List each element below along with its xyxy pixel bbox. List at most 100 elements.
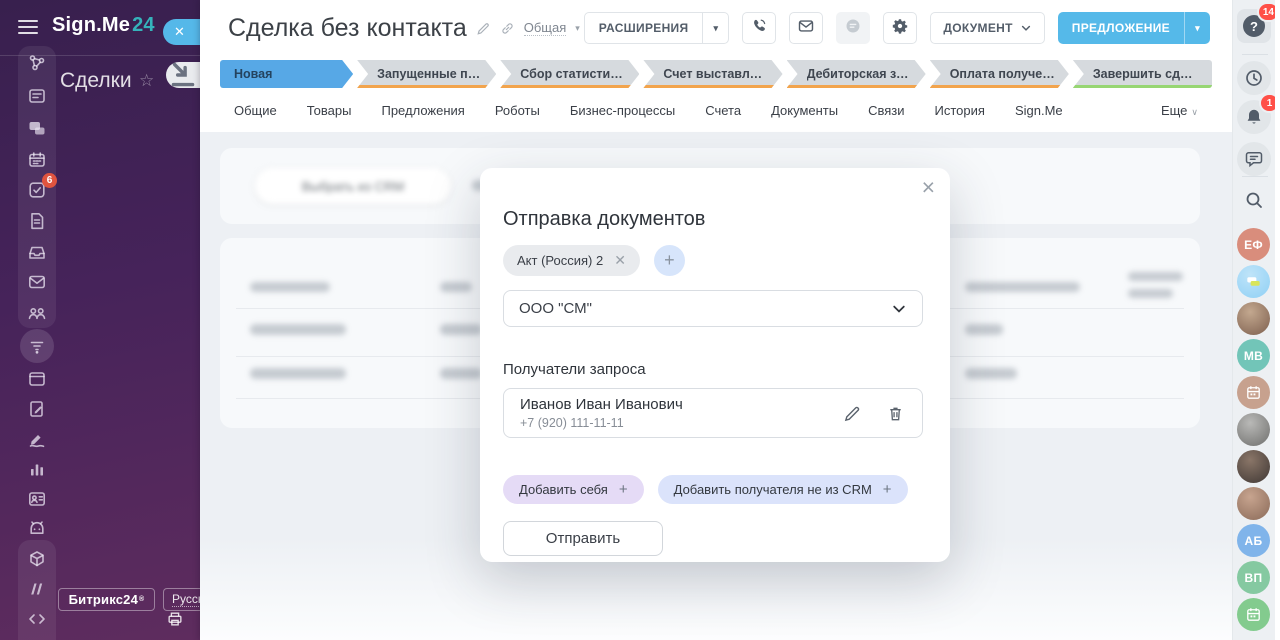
extensions-button[interactable]: РАСШИРЕНИЯ ▾ xyxy=(584,12,730,44)
document-chip: Акт (Россия) 2 ✕ xyxy=(503,245,640,276)
modal-title: Отправка документов xyxy=(503,208,705,231)
avatar-initials[interactable]: ВП xyxy=(1237,561,1270,594)
select-from-crm-button[interactable]: Выбрать из CRM xyxy=(255,168,451,204)
help-button[interactable]: ? 14 xyxy=(1237,9,1271,43)
extensions-dropdown[interactable]: ▾ xyxy=(702,13,728,43)
mail-button[interactable] xyxy=(789,12,823,44)
send-button[interactable]: Отправить xyxy=(503,521,663,556)
apps-icon[interactable] xyxy=(27,549,47,569)
crm-funnel-icon[interactable] xyxy=(27,336,47,356)
plus-icon: + xyxy=(883,481,892,498)
avatar-initials[interactable]: ЕФ xyxy=(1237,228,1270,261)
right-rail: ? 14 1 ЕФ МВ АБ ВП xyxy=(1232,0,1280,640)
stage-bar: Новая Запущенные проекты Сбор статистики, … xyxy=(220,60,1212,88)
avatar-initials[interactable]: МВ xyxy=(1237,339,1270,372)
printer-icon[interactable] xyxy=(166,610,184,628)
edit-title-icon[interactable] xyxy=(476,21,491,36)
tab-9[interactable]: История xyxy=(935,103,985,118)
time-tracking-button[interactable] xyxy=(1237,61,1271,95)
stage-4[interactable]: Счет выставлен, ожи... xyxy=(643,60,782,88)
people-icon[interactable] xyxy=(27,303,47,323)
add-self-button[interactable]: Добавить себя+ xyxy=(503,475,644,504)
calendar-avatar[interactable] xyxy=(1237,376,1270,409)
menu-icon[interactable] xyxy=(18,20,38,34)
stage-6[interactable]: Оплата получена, по... xyxy=(930,60,1069,88)
plus-icon: + xyxy=(619,481,628,498)
company-select[interactable]: ООО "СМ" xyxy=(503,290,923,327)
close-icon[interactable]: × xyxy=(922,176,935,199)
stage-3[interactable]: Сбор статистики, по... xyxy=(500,60,639,88)
remove-chip-icon[interactable]: ✕ xyxy=(614,252,626,269)
chevron-down-icon: ∨ xyxy=(1191,107,1198,117)
deal-title: Сделка без контакта xyxy=(228,14,467,43)
stage-7[interactable]: Завершить сделку xyxy=(1073,60,1212,88)
tab-7[interactable]: Документы xyxy=(771,103,838,118)
mail-icon xyxy=(797,17,815,40)
drive-icon[interactable] xyxy=(27,242,47,262)
settings-button[interactable] xyxy=(883,12,917,44)
edit-recipient-icon[interactable] xyxy=(843,404,862,423)
blurred-cell xyxy=(965,368,1017,379)
language-label: Русск xyxy=(172,592,200,607)
tasks-counter-badge: 6 xyxy=(42,173,57,188)
delete-recipient-icon[interactable] xyxy=(886,404,905,423)
tab-8[interactable]: Связи xyxy=(868,103,904,118)
marketing-icon[interactable] xyxy=(27,579,47,599)
favorite-star-icon[interactable]: ☆ xyxy=(139,71,154,91)
bitrix24-logo-button[interactable]: Битрикс24® xyxy=(58,588,155,611)
avatar-photo[interactable] xyxy=(1237,450,1270,483)
community-icon[interactable] xyxy=(27,53,47,73)
calendar-avatar[interactable] xyxy=(1237,598,1270,631)
tab-1[interactable]: Общие xyxy=(234,103,277,118)
stage-1[interactable]: Новая xyxy=(220,60,353,88)
tab-10[interactable]: Sign.Me xyxy=(1015,103,1063,118)
tab-3[interactable]: Предложения xyxy=(381,103,464,118)
calendar-icon[interactable] xyxy=(27,150,47,170)
tab-5[interactable]: Бизнес-процессы xyxy=(570,103,675,118)
feed-icon[interactable] xyxy=(27,86,47,106)
language-selector[interactable]: Русск xyxy=(163,588,200,611)
close-slider-button[interactable]: ✕ xyxy=(163,19,200,45)
blurred-cell xyxy=(965,324,1003,335)
chevron-down-icon xyxy=(1020,22,1032,34)
link-icon[interactable] xyxy=(500,21,515,36)
pipeline-category[interactable]: Общая xyxy=(524,20,567,36)
messenger-button[interactable] xyxy=(1237,142,1271,176)
notifications-button[interactable]: 1 xyxy=(1237,100,1271,134)
avatar-photo[interactable] xyxy=(1237,413,1270,446)
contacts-icon[interactable] xyxy=(27,489,47,509)
stage-label: Запущенные проекты xyxy=(377,67,496,81)
divider xyxy=(1242,176,1268,177)
tab-more[interactable]: Еще∨ xyxy=(1161,103,1198,118)
tab-2[interactable]: Товары xyxy=(307,103,352,118)
stage-2[interactable]: Запущенные проекты xyxy=(357,60,496,88)
avatar-photo[interactable] xyxy=(1237,487,1270,520)
tab-4[interactable]: Роботы xyxy=(495,103,540,118)
chat-icon[interactable] xyxy=(27,119,47,139)
automation-icon[interactable] xyxy=(27,519,47,539)
search-button[interactable] xyxy=(1237,183,1271,217)
offer-button[interactable]: ПРЕДЛОЖЕНИЕ ▾ xyxy=(1058,12,1210,44)
blurred-column-header xyxy=(440,282,472,292)
add-external-recipient-button[interactable]: Добавить получателя не из CRM + xyxy=(658,475,908,504)
analytics-icon[interactable] xyxy=(27,459,47,479)
document-icon[interactable] xyxy=(27,211,47,231)
tab-6[interactable]: Счета xyxy=(705,103,741,118)
devops-icon[interactable] xyxy=(27,609,47,629)
stage-5[interactable]: Дебиторская задолж... xyxy=(787,60,926,88)
signature-icon[interactable] xyxy=(27,429,47,449)
mail-icon[interactable] xyxy=(27,272,47,292)
avatar-photo[interactable] xyxy=(1237,302,1270,335)
recipient-card: Иванов Иван Иванович +7 (920) 111-11-11 xyxy=(503,388,923,438)
doc-edit-icon[interactable] xyxy=(27,399,47,419)
sites-icon[interactable] xyxy=(27,369,47,389)
add-external-label: Добавить получателя не из CRM xyxy=(674,482,872,497)
add-document-button[interactable]: + xyxy=(654,245,685,276)
document-button[interactable]: ДОКУМЕНТ xyxy=(930,12,1044,44)
messenger-avatar[interactable] xyxy=(1237,265,1270,298)
phone-button[interactable] xyxy=(742,12,776,44)
collapse-panel-button[interactable] xyxy=(166,62,200,88)
tasks-icon[interactable]: 6 xyxy=(27,180,47,200)
avatar-initials[interactable]: АБ xyxy=(1237,524,1270,557)
offer-dropdown[interactable]: ▾ xyxy=(1184,12,1210,44)
